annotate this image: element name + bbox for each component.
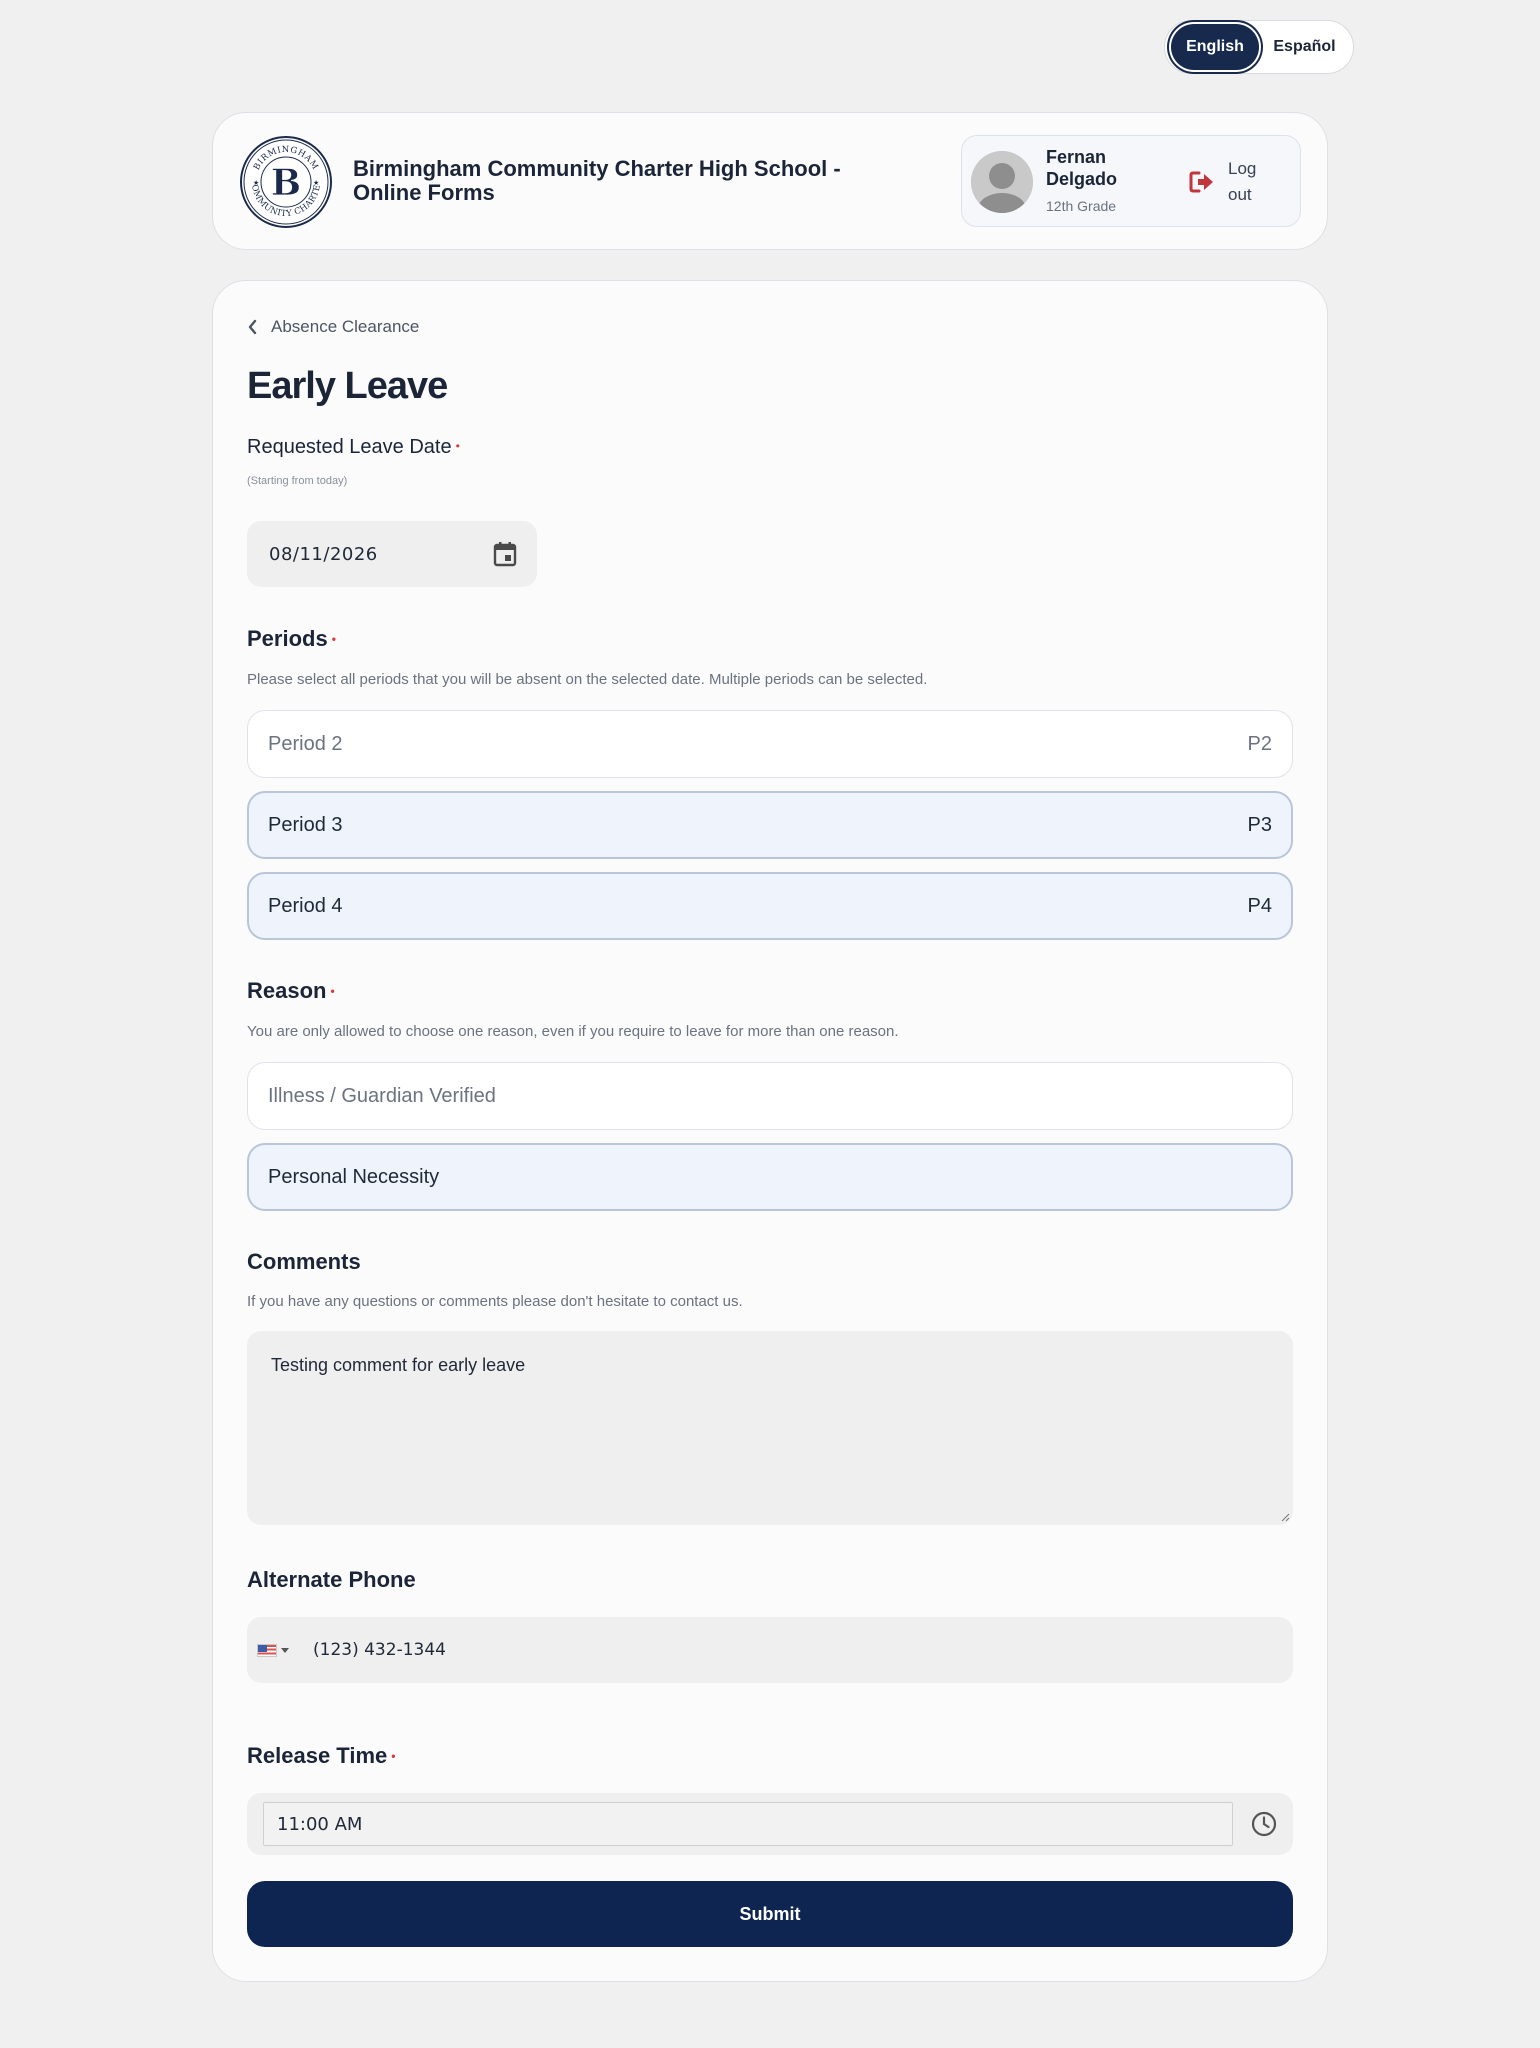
alternate-phone-input[interactable]: (123) 432-1344 [313,1640,1283,1660]
clock-icon[interactable] [1251,1811,1277,1837]
reason-option-personal-necessity[interactable]: Personal Necessity [247,1143,1293,1211]
user-profile-card: Fernan Delgado 12th Grade Log out [961,135,1301,227]
svg-text:★: ★ [313,179,319,187]
required-marker: • [391,1749,396,1763]
period-option-code: P4 [1247,894,1272,917]
leave-date-value: 08/11/2026 [269,543,378,565]
leave-date-hint: (Starting from today) [247,475,348,487]
period-option-2[interactable]: Period 2 P2 [247,710,1293,778]
period-option-4[interactable]: Period 4 P4 [247,872,1293,940]
user-grade: 12th Grade [1046,198,1117,214]
required-marker: • [331,632,336,646]
comments-hint: If you have any questions or comments pl… [247,1293,743,1310]
back-link-absence-clearance[interactable]: Absence Clearance [247,317,419,337]
school-title: Birmingham Community Charter High School… [353,156,841,205]
period-option-label: Period 2 [268,732,343,755]
required-marker: • [455,439,460,453]
logout-button[interactable]: Log out [1188,156,1288,208]
required-marker: • [330,984,335,998]
periods-label: Periods • [247,626,336,651]
period-option-code: P2 [1247,732,1272,755]
us-flag-icon [257,1643,277,1657]
reason-option-label: Illness / Guardian Verified [268,1084,496,1107]
calendar-icon[interactable] [493,541,517,567]
leave-date-label: Requested Leave Date • [247,436,460,458]
language-toggle: English Español [1164,20,1354,74]
svg-text:★: ★ [253,179,259,187]
period-option-code: P3 [1247,813,1272,836]
release-time-value: 11:00 AM [277,1813,363,1835]
alternate-phone-label: Alternate Phone [247,1567,416,1592]
header-card: BIRMINGHAM COMMUNITY CHARTER ★ ★ B Birmi… [212,112,1328,250]
release-time-input[interactable]: 11:00 AM [263,1802,1233,1846]
logout-icon [1188,168,1216,196]
reason-option-label: Personal Necessity [268,1165,440,1188]
comments-label: Comments [247,1249,361,1274]
chevron-left-icon [248,319,257,335]
release-time-label: Release Time • [247,1743,396,1768]
avatar [971,151,1033,213]
user-name: Fernan Delgado [1046,147,1118,189]
reason-option-illness[interactable]: Illness / Guardian Verified [247,1062,1293,1130]
language-espanol-button[interactable]: Español [1259,24,1350,70]
alternate-phone-field: (123) 432-1344 [247,1617,1293,1683]
caret-down-icon [281,1647,289,1653]
school-logo: BIRMINGHAM COMMUNITY CHARTER ★ ★ B [236,128,333,229]
period-option-3[interactable]: Period 3 P3 [247,791,1293,859]
early-leave-form: Absence Clearance Early Leave Requested … [212,280,1328,1982]
logo-letter: B [271,162,301,204]
logout-label: Log out [1228,159,1257,204]
periods-hint: Please select all periods that you will … [247,671,928,688]
language-english-button[interactable]: English [1171,24,1259,70]
submit-button[interactable]: Submit [247,1881,1293,1947]
period-option-label: Period 4 [268,894,343,917]
leave-date-input[interactable]: 08/11/2026 [247,521,537,587]
release-time-field: 11:00 AM [247,1793,1293,1855]
resize-grip-icon[interactable] [1280,1512,1290,1522]
comments-textarea[interactable]: Testing comment for early leave [247,1331,1293,1525]
back-link-label: Absence Clearance [271,317,420,336]
country-code-select[interactable] [257,1643,309,1657]
page-title: Early Leave [247,365,448,407]
reason-label: Reason • [247,978,335,1003]
comments-value: Testing comment for early leave [271,1355,526,1375]
period-option-label: Period 3 [268,813,343,836]
reason-hint: You are only allowed to choose one reaso… [247,1023,899,1040]
